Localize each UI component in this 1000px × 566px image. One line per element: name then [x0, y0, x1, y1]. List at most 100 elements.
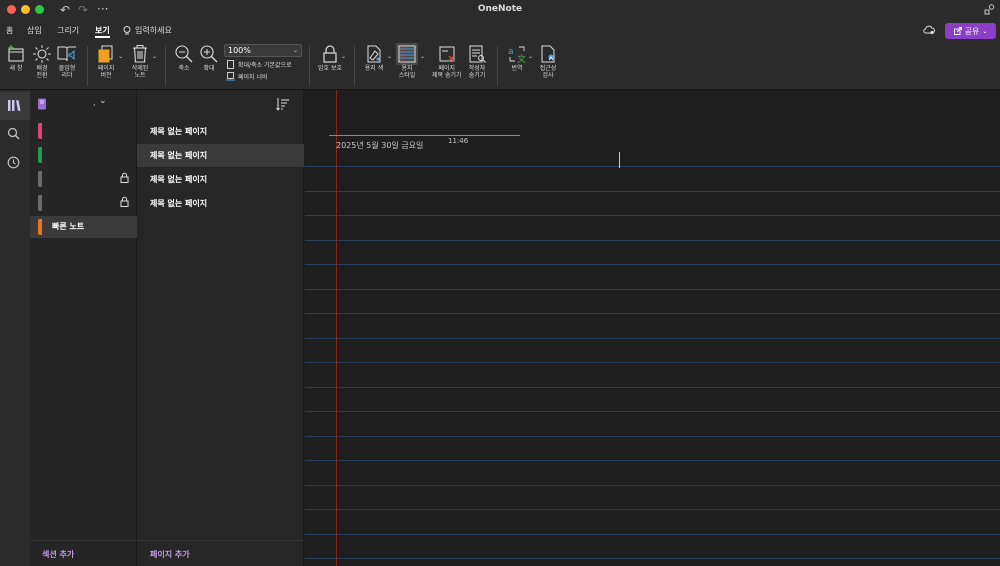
search-icon[interactable]	[7, 127, 20, 140]
new-window-button[interactable]: 새 창	[6, 44, 26, 72]
page-item[interactable]: 제목 없는 페이지	[137, 120, 304, 143]
translate-icon: a 文	[508, 46, 526, 64]
accessibility-icon	[541, 45, 555, 63]
page-width-button[interactable]: 페이지 너비	[226, 72, 268, 81]
add-section-button[interactable]: 섹션 추가	[42, 549, 74, 560]
share-icon	[953, 27, 962, 35]
page-title-field[interactable]	[329, 135, 520, 136]
notebook-name-separator: ,	[93, 98, 96, 107]
hide-page-title-label: 페이지 제목 숨기기	[432, 65, 462, 79]
page-title-label: 제목 없는 페이지	[150, 127, 208, 136]
paper-style-button[interactable]: 용지 스타일	[397, 44, 417, 79]
notebooks-icon[interactable]	[7, 98, 21, 112]
hide-page-title-button[interactable]: 페이지 제목 숨기기	[432, 44, 462, 79]
ruled-line	[305, 166, 1000, 167]
sync-cloud-icon[interactable]	[923, 25, 935, 35]
zoom-in-button[interactable]: 확대	[199, 44, 219, 72]
ribbon-separator	[87, 46, 88, 86]
section-color-tab	[38, 195, 42, 211]
chevron-down-icon: ⌄	[292, 47, 298, 54]
note-canvas[interactable]: 2025년 5월 30일 금요일 11:46	[305, 90, 1000, 566]
recent-clock-icon[interactable]	[7, 156, 20, 169]
share-button[interactable]: 공유 ⌄	[945, 23, 996, 39]
section-item[interactable]	[30, 120, 137, 142]
zoom-default-label: 확대/축소 기본값으로	[238, 62, 292, 69]
chevron-down-icon[interactable]: ⌄	[341, 53, 346, 60]
title-bar: ↶ ↷ ··· OneNote	[0, 0, 1000, 20]
zoom-default-button[interactable]: 확대/축소 기본값으로	[226, 60, 292, 69]
ribbon-tab-row: 홈 삽입 그리기 보기 입력하세요	[0, 20, 1000, 42]
ruled-line	[305, 509, 1000, 510]
page-width-icon	[226, 72, 235, 81]
notebook-icon	[38, 98, 46, 110]
margin-line	[336, 90, 337, 566]
chevron-down-icon: ⌄	[982, 27, 988, 35]
page-versions-button[interactable]: 페이지 버전	[96, 44, 116, 79]
trash-icon	[133, 45, 147, 63]
ribbon-separator	[309, 46, 310, 86]
ruled-line	[305, 387, 1000, 388]
zoom-in-icon	[200, 45, 218, 63]
chevron-down-icon[interactable]: ⌄	[387, 53, 392, 60]
paper-color-label: 용지 색	[364, 65, 384, 72]
switch-background-label: 배경 전환	[36, 65, 48, 79]
ribbon-toolbar: 새 창 배경 전환 몰입형 리더 페이지 버전 ⌄ 삭제된 노트 ⌄ 축소 확대…	[0, 42, 1000, 90]
tell-me-box[interactable]: 입력하세요	[123, 25, 172, 36]
add-page-button[interactable]: 페이지 추가	[150, 549, 190, 560]
ruled-line	[305, 338, 1000, 339]
ribbon-separator	[497, 46, 498, 86]
section-item-quick-notes[interactable]: 빠른 노트	[30, 216, 137, 238]
ruled-line	[305, 191, 1000, 192]
section-item[interactable]	[30, 168, 137, 190]
accessibility-check-button[interactable]: 접근성 검사	[538, 44, 558, 79]
hide-authors-icon	[469, 45, 486, 63]
deleted-notes-button[interactable]: 삭제된 노트	[130, 44, 150, 79]
ruled-line	[305, 289, 1000, 290]
ruled-line	[305, 264, 1000, 265]
section-color-tab	[38, 171, 42, 187]
page-icon	[227, 60, 234, 69]
page-date: 2025년 5월 30일 금요일	[336, 141, 424, 150]
paper-color-icon	[367, 45, 381, 63]
ruled-line	[305, 240, 1000, 241]
zoom-out-button[interactable]: 축소	[174, 44, 194, 72]
chevron-down-icon: ⌄	[99, 96, 107, 106]
share-label: 공유	[964, 26, 980, 36]
page-item[interactable]: 제목 없는 페이지	[137, 144, 304, 167]
zoom-level-select[interactable]: 100% ⌄	[224, 44, 302, 57]
hide-authors-button[interactable]: 작성자 숨기기	[467, 44, 487, 79]
app-title: OneNote	[477, 4, 523, 14]
section-color-tab	[38, 123, 42, 139]
section-item[interactable]	[30, 144, 137, 166]
chevron-down-icon[interactable]: ⌄	[152, 53, 157, 60]
notebook-selector[interactable]: , ⌄	[30, 90, 137, 120]
chevron-down-icon[interactable]: ⌄	[118, 53, 123, 60]
chevron-down-icon[interactable]: ⌄	[420, 53, 425, 60]
sort-icon[interactable]	[276, 97, 290, 111]
translate-button[interactable]: a 文 번역	[507, 44, 527, 72]
svg-text:a: a	[508, 47, 514, 57]
tab-view[interactable]: 보기	[95, 25, 110, 36]
section-color-tab	[38, 219, 42, 235]
ribbon-separator	[354, 46, 355, 86]
tell-me-label: 입력하세요	[135, 26, 172, 35]
password-protection-button[interactable]: 암호 보호	[318, 44, 342, 72]
ruled-lines-icon	[398, 45, 416, 63]
tab-insert[interactable]: 삽입	[27, 25, 42, 36]
page-item[interactable]: 제목 없는 페이지	[137, 192, 304, 215]
password-protection-label: 암호 보호	[318, 65, 342, 72]
ruled-line	[305, 485, 1000, 486]
zoom-level-value: 100%	[228, 46, 251, 55]
section-item[interactable]	[30, 192, 137, 214]
paper-color-button[interactable]: 용지 색	[364, 44, 384, 72]
immersive-reader-button[interactable]: 몰입형 리더	[56, 44, 78, 79]
switch-background-button[interactable]: 배경 전환	[32, 44, 52, 79]
page-item[interactable]: 제목 없는 페이지	[137, 168, 304, 191]
ruled-line	[305, 313, 1000, 314]
zoom-out-icon	[175, 45, 193, 63]
ruled-line	[305, 436, 1000, 437]
tab-home[interactable]: 홈	[6, 25, 13, 36]
chevron-down-icon[interactable]: ⌄	[528, 53, 533, 60]
tab-draw[interactable]: 그리기	[57, 25, 79, 36]
profile-icon[interactable]	[984, 4, 995, 15]
